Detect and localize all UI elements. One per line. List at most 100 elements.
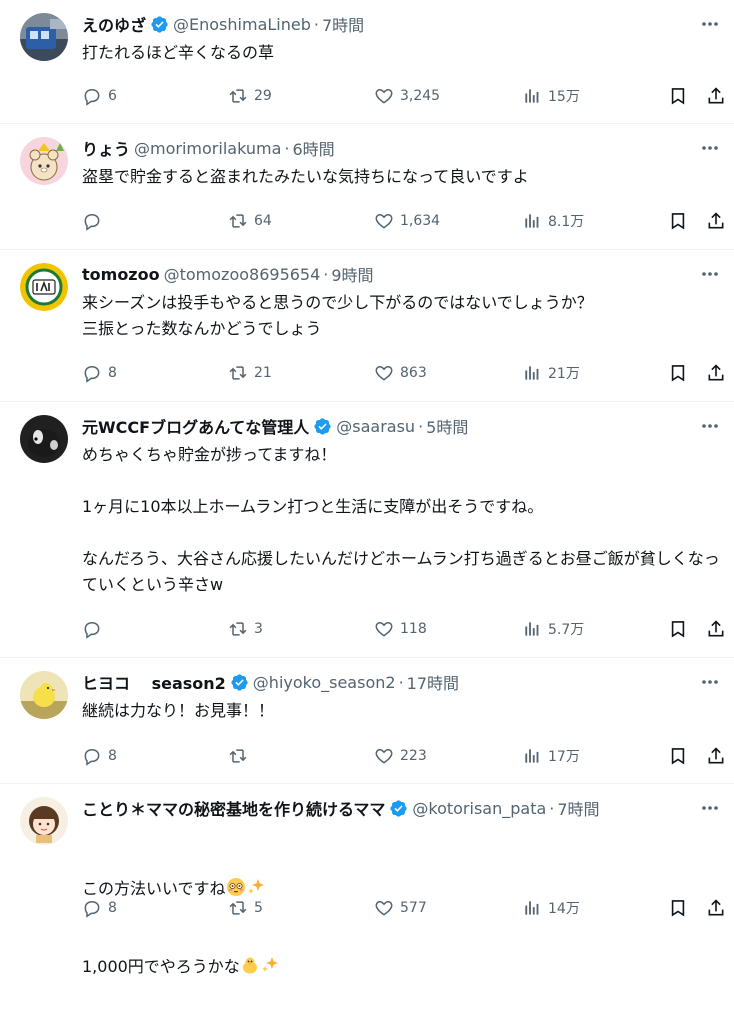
more-options-icon[interactable] — [700, 798, 720, 818]
user-handle[interactable]: @hiyoko_season2 — [253, 673, 396, 692]
more-options-icon[interactable] — [700, 14, 720, 34]
tweet[interactable]: えのゆざ @EnoshimaLineb · 7時間 打たれるほど辛くなるの草 6… — [0, 0, 734, 124]
views-button[interactable]: 14万 — [522, 898, 580, 918]
share-button[interactable] — [706, 211, 726, 231]
display-name[interactable]: 元WCCFブログあんてな管理人 — [82, 414, 309, 438]
avatar[interactable] — [20, 797, 68, 845]
share-button[interactable] — [706, 898, 726, 918]
timestamp[interactable]: 5時間 — [426, 414, 468, 438]
retweet-button[interactable]: 29 — [228, 86, 272, 106]
retweet-icon — [229, 622, 247, 636]
more-options-icon[interactable] — [700, 672, 720, 692]
bookmark-button[interactable] — [668, 211, 688, 231]
like-button[interactable]: 223 — [374, 746, 427, 766]
more-options-icon[interactable] — [700, 416, 720, 436]
heart-icon — [375, 748, 393, 764]
retweet-button[interactable]: 64 — [228, 211, 272, 231]
tweet-actions: 3 118 5.7万 — [82, 617, 724, 641]
retweet-count: 64 — [254, 213, 272, 229]
reply-button[interactable]: 8 — [82, 363, 117, 383]
avatar[interactable] — [20, 137, 68, 185]
user-handle[interactable]: @tomozoo8695654 — [164, 265, 321, 284]
verified-badge-icon — [389, 799, 408, 818]
like-count: 118 — [400, 621, 427, 637]
tweet[interactable]: ことり＊ママの秘密基地を作り続けるママ @kotorisan_pata · 7時… — [0, 784, 734, 976]
tweet-text: 打たれるほど辛くなるの草 — [82, 43, 275, 62]
sparkles-emoji-icon — [260, 955, 280, 975]
retweet-button[interactable]: 21 — [228, 363, 272, 383]
display-name[interactable]: ことり＊ママの秘密基地を作り続けるママ — [82, 796, 385, 820]
separator-dot: · — [549, 798, 555, 818]
avatar[interactable] — [20, 671, 68, 719]
tweet[interactable]: りょう @morimorilakuma · 6時間 盗塁で貯金すると盗まれたみた… — [0, 124, 734, 250]
retweet-icon — [229, 749, 247, 763]
user-handle[interactable]: @kotorisan_pata — [412, 799, 546, 818]
share-button[interactable] — [706, 86, 726, 106]
user-handle[interactable]: @EnoshimaLineb — [173, 15, 311, 34]
display-name[interactable]: りょう — [82, 136, 130, 160]
views-button[interactable]: 15万 — [522, 86, 580, 106]
tweet[interactable]: 元WCCFブログあんてな管理人 @saarasu · 5時間 めちゃくちゃ貯金が… — [0, 402, 734, 658]
like-button[interactable]: 863 — [374, 363, 427, 383]
bookmark-button[interactable] — [668, 619, 688, 639]
display-name[interactable]: えのゆざ — [82, 12, 146, 36]
views-chart-icon — [525, 89, 539, 103]
views-button[interactable]: 5.7万 — [522, 619, 584, 639]
like-button[interactable]: 3,245 — [374, 86, 440, 106]
more-options-icon[interactable] — [700, 138, 720, 158]
avatar[interactable] — [20, 263, 68, 311]
tweet-header: 元WCCFブログあんてな管理人 @saarasu · 5時間 — [82, 414, 720, 438]
user-handle[interactable]: @morimorilakuma — [134, 139, 281, 158]
views-button[interactable]: 21万 — [522, 363, 580, 383]
views-chart-icon — [525, 214, 539, 228]
retweet-button[interactable]: 3 — [228, 619, 263, 639]
timestamp[interactable]: 6時間 — [292, 136, 334, 160]
display-name[interactable]: tomozoo — [82, 265, 160, 284]
user-handle[interactable]: @saarasu — [336, 417, 415, 436]
like-button[interactable]: 1,634 — [374, 211, 440, 231]
tweet[interactable]: ヒヨコ season2 @hiyoko_season2 · 17時間 継続は力な… — [0, 658, 734, 784]
reply-button[interactable]: 8 — [82, 898, 117, 918]
views-button[interactable]: 17万 — [522, 746, 580, 766]
verified-badge-icon — [230, 673, 249, 692]
tweet-header: ヒヨコ season2 @hiyoko_season2 · 17時間 — [82, 670, 720, 694]
reply-button[interactable] — [82, 619, 108, 639]
retweet-icon — [229, 901, 247, 915]
timestamp[interactable]: 7時間 — [322, 12, 364, 36]
reply-button[interactable] — [82, 211, 108, 231]
avatar[interactable] — [20, 13, 68, 61]
like-count: 577 — [400, 900, 427, 916]
bookmark-button[interactable] — [668, 746, 688, 766]
bookmark-button[interactable] — [668, 363, 688, 383]
separator-dot: · — [418, 416, 424, 436]
bookmark-icon — [671, 748, 685, 765]
timestamp[interactable]: 9時間 — [331, 262, 373, 286]
tweet-header: tomozoo @tomozoo8695654 · 9時間 — [82, 262, 720, 286]
separator-dot: · — [398, 672, 404, 692]
like-count: 3,245 — [400, 88, 441, 104]
reply-button[interactable]: 8 — [82, 746, 117, 766]
retweet-button[interactable] — [228, 746, 254, 766]
bookmark-icon — [671, 900, 685, 917]
bookmark-button[interactable] — [668, 86, 688, 106]
more-options-icon[interactable] — [700, 264, 720, 284]
avatar[interactable] — [20, 415, 68, 463]
tweet-text: この方法いいですね 1,000円でやろうかな — [82, 824, 720, 1032]
share-icon — [708, 899, 724, 916]
retweet-button[interactable]: 5 — [228, 898, 263, 918]
timestamp[interactable]: 17時間 — [407, 670, 459, 694]
timestamp[interactable]: 7時間 — [557, 796, 599, 820]
bookmark-icon — [671, 213, 685, 230]
share-button[interactable] — [706, 619, 726, 639]
view-count: 8.1万 — [548, 214, 585, 230]
display-name[interactable]: ヒヨコ season2 — [82, 670, 226, 694]
like-button[interactable]: 118 — [374, 619, 427, 639]
share-button[interactable] — [706, 363, 726, 383]
views-button[interactable]: 8.1万 — [522, 211, 584, 231]
like-button[interactable]: 577 — [374, 898, 427, 918]
bookmark-button[interactable] — [668, 898, 688, 918]
share-button[interactable] — [706, 746, 726, 766]
tweet[interactable]: tomozoo @tomozoo8695654 · 9時間 来シーズンは投手もや… — [0, 250, 734, 402]
reply-button[interactable]: 6 — [82, 86, 117, 106]
retweet-count: 3 — [254, 621, 263, 637]
